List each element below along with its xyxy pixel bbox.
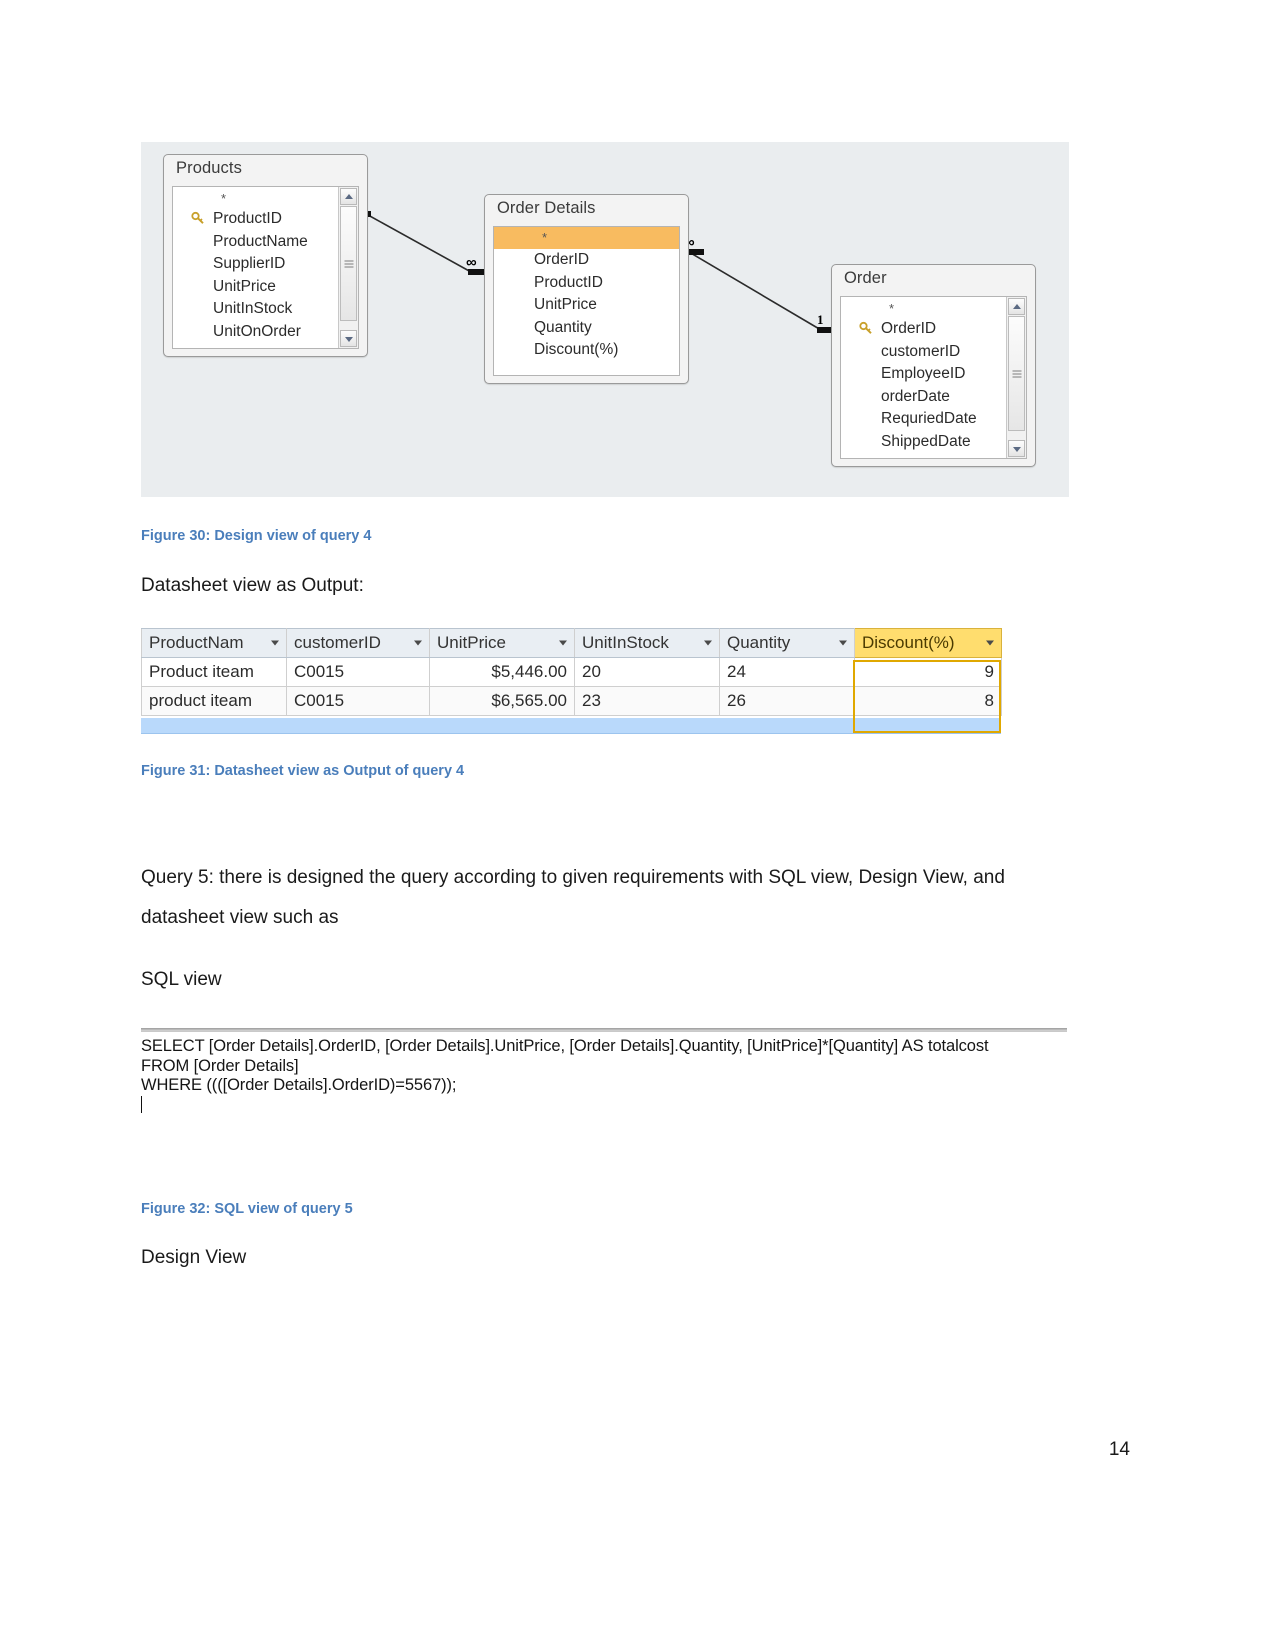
column-header-label: customerID	[294, 633, 381, 652]
field-orderdetails-orderid[interactable]: OrderID	[494, 249, 679, 272]
table-order[interactable]: Order * OrderID customerID EmployeeID or…	[831, 264, 1036, 467]
page-number: 14	[1108, 1439, 1130, 1460]
field-orderdetails-unitprice[interactable]: UnitPrice	[494, 294, 679, 317]
column-header-productname[interactable]: ProductNam	[141, 628, 287, 658]
field-order-requrieddate[interactable]: RequriedDate	[841, 408, 1026, 431]
field-order-orderid[interactable]: OrderID	[841, 318, 1026, 341]
primary-key-icon	[859, 321, 872, 334]
cell-discount[interactable]: 8	[854, 686, 1002, 716]
chevron-down-icon[interactable]	[704, 640, 712, 646]
datasheet-header-row: ProductNam customerID UnitPrice UnitInSt…	[141, 628, 1002, 658]
column-header-unitinstock[interactable]: UnitInStock	[574, 628, 720, 658]
join-label-one-order: 1	[817, 312, 824, 327]
column-header-label: Discount(%)	[862, 633, 955, 652]
order-scrollbar[interactable]	[1006, 297, 1026, 458]
column-header-customerid[interactable]: customerID	[286, 628, 430, 658]
sql-code-caret-line[interactable]	[141, 1095, 1067, 1116]
table-products-title: Products	[176, 159, 242, 177]
sql-code-line-from[interactable]: FROM [Order Details]	[141, 1057, 1067, 1077]
scrollbar-thumb[interactable]	[340, 206, 357, 321]
column-header-unitprice[interactable]: UnitPrice	[429, 628, 575, 658]
field-label: OrderID	[881, 320, 937, 337]
cell-productname[interactable]: product iteam	[141, 686, 287, 716]
field-orderdetails-quantity[interactable]: Quantity	[494, 317, 679, 340]
field-order-star[interactable]: *	[841, 300, 1026, 318]
scroll-up-arrow-icon[interactable]	[1008, 298, 1025, 315]
primary-key-icon	[191, 211, 204, 224]
cell-quantity[interactable]: 24	[719, 657, 855, 687]
field-products-supplierid[interactable]: SupplierID	[173, 253, 358, 276]
field-products-unitonorder[interactable]: UnitOnOrder	[173, 321, 358, 344]
chevron-down-icon[interactable]	[414, 640, 422, 646]
column-header-label: ProductNam	[149, 633, 244, 652]
column-header-discount[interactable]: Discount(%)	[854, 628, 1002, 658]
cell-quantity[interactable]: 26	[719, 686, 855, 716]
chevron-down-icon[interactable]	[986, 640, 994, 646]
table-row[interactable]: Product iteam C0015 $5,446.00 20 24 9	[141, 657, 1002, 687]
field-products-unitprice[interactable]: UnitPrice	[173, 276, 358, 299]
column-header-quantity[interactable]: Quantity	[719, 628, 855, 658]
field-products-productid[interactable]: ProductID	[173, 208, 358, 231]
datasheet-table[interactable]: ProductNam customerID UnitPrice UnitInSt…	[141, 628, 1002, 716]
chevron-down-icon[interactable]	[839, 640, 847, 646]
scroll-up-arrow-icon[interactable]	[340, 188, 357, 205]
field-order-employeeid[interactable]: EmployeeID	[841, 363, 1026, 386]
table-order-details-title: Order Details	[497, 199, 596, 217]
scrollbar-thumb[interactable]	[1008, 316, 1025, 431]
scroll-down-arrow-icon[interactable]	[1008, 440, 1025, 457]
query5-paragraph-line2: datasheet view such as	[141, 907, 339, 928]
table-order-title: Order	[844, 269, 887, 287]
field-orderdetails-discount[interactable]: Discount(%)	[494, 339, 679, 362]
query5-paragraph-line1: Query 5: there is designed the query acc…	[141, 867, 1005, 888]
products-scrollbar[interactable]	[338, 187, 358, 348]
join-label-many-orderdetails: ∞	[466, 254, 477, 271]
column-header-label: Quantity	[727, 633, 791, 652]
field-order-customerid[interactable]: customerID	[841, 341, 1026, 364]
figure-31-caption: Figure 31: Datasheet view as Output of q…	[141, 763, 465, 779]
sql-view-panel[interactable]: SELECT [Order Details].OrderID, [Order D…	[141, 1028, 1067, 1115]
design-view-canvas: 1 ∞ ∞ 1 Products * ProductID ProductName…	[141, 142, 1069, 497]
cell-customerid[interactable]: C0015	[286, 657, 430, 687]
cell-productname[interactable]: Product iteam	[141, 657, 287, 687]
field-orderdetails-star[interactable]: *	[494, 227, 679, 249]
table-order-fieldlist[interactable]: * OrderID customerID EmployeeID orderDat…	[840, 296, 1027, 459]
design-view-label: Design View	[141, 1247, 247, 1268]
field-products-productname[interactable]: ProductName	[173, 231, 358, 254]
sql-code-line-where[interactable]: WHERE ((([Order Details].OrderID)=5567))…	[141, 1076, 1067, 1096]
datasheet-selected-row-strip[interactable]	[141, 718, 1001, 734]
scroll-down-arrow-icon[interactable]	[340, 330, 357, 347]
chevron-down-icon[interactable]	[559, 640, 567, 646]
cell-customerid[interactable]: C0015	[286, 686, 430, 716]
figure-30-caption: Figure 30: Design view of query 4	[141, 528, 372, 544]
field-label: ProductID	[213, 210, 282, 227]
table-products-fieldlist[interactable]: * ProductID ProductName SupplierID UnitP…	[172, 186, 359, 349]
datasheet-output-label: Datasheet view as Output:	[141, 575, 364, 596]
sql-view-label: SQL view	[141, 969, 222, 990]
text-caret	[141, 1095, 142, 1113]
field-order-shippeddate[interactable]: ShippedDate	[841, 431, 1026, 454]
cell-discount[interactable]: 9	[854, 657, 1002, 687]
field-products-unitinstock[interactable]: UnitInStock	[173, 298, 358, 321]
table-row[interactable]: product iteam C0015 $6,565.00 23 26 8	[141, 686, 1002, 716]
field-orderdetails-productid[interactable]: ProductID	[494, 272, 679, 295]
cell-unitprice[interactable]: $5,446.00	[429, 657, 575, 687]
column-header-label: UnitInStock	[582, 633, 669, 652]
cell-unitprice[interactable]: $6,565.00	[429, 686, 575, 716]
column-header-label: UnitPrice	[437, 633, 506, 652]
cell-unitinstock[interactable]: 23	[574, 686, 720, 716]
cell-unitinstock[interactable]: 20	[574, 657, 720, 687]
table-products[interactable]: Products * ProductID ProductName Supplie…	[163, 154, 368, 357]
sql-code-line-select[interactable]: SELECT [Order Details].OrderID, [Order D…	[141, 1032, 1067, 1057]
figure-32-caption: Figure 32: SQL view of query 5	[141, 1201, 353, 1217]
chevron-down-icon[interactable]	[271, 640, 279, 646]
field-order-orderdate[interactable]: orderDate	[841, 386, 1026, 409]
table-order-details-fieldlist[interactable]: * OrderID ProductID UnitPrice Quantity D…	[493, 226, 680, 376]
field-products-star[interactable]: *	[173, 190, 358, 208]
table-order-details[interactable]: Order Details * OrderID ProductID UnitPr…	[484, 194, 689, 384]
